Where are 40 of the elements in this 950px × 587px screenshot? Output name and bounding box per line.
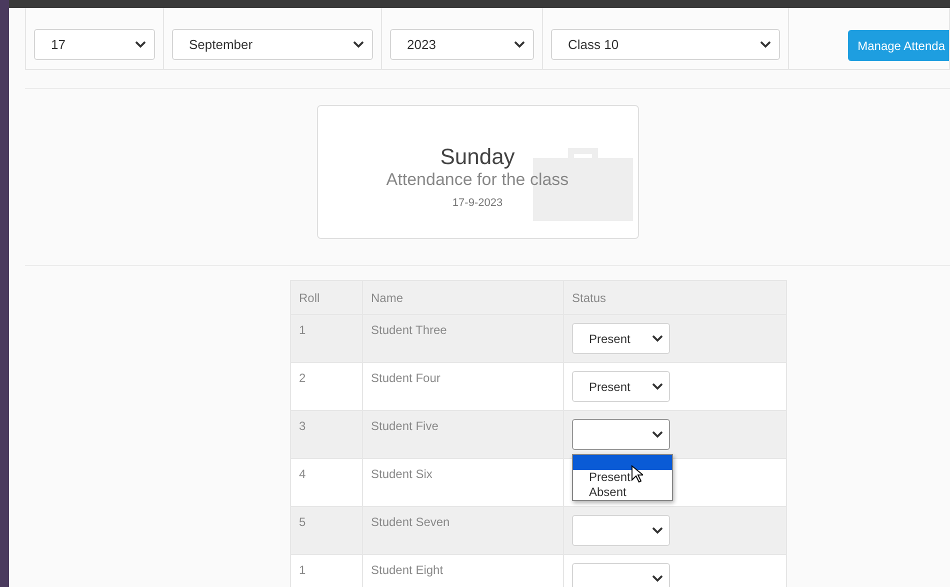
column-header: Name [362,280,564,314]
dropdown-option[interactable]: Present [573,470,672,485]
column-header: Status [564,280,786,314]
status-dropdown[interactable] [572,419,670,450]
chevron-icon [652,383,663,390]
card-date: 17-9-2023 [452,196,503,208]
table-cell: 4 [290,458,362,506]
chevron-icon [652,575,663,582]
table-cell: Student Eight [362,554,564,587]
dropdown-field[interactable]: Class 10 [551,29,780,60]
table-cell: Student Four [362,362,564,410]
chevron-icon [652,335,663,342]
card-subtitle: Attendance for the class [386,170,569,190]
dropdown-field[interactable]: 17 [34,29,155,60]
status-dropdown[interactable] [572,563,670,587]
status-dropdown[interactable] [572,515,670,546]
chevron-icon [760,41,771,48]
table-cell: Student Three [362,314,564,362]
day-title: Sunday [440,144,515,170]
chevron-icon [652,431,663,438]
column-header: Roll [290,280,362,314]
chevron-icon [652,527,663,534]
dropdown-field[interactable]: September [172,29,373,60]
table-cell: Student Five [362,410,564,458]
dropdown-option[interactable] [573,455,672,470]
cursor-icon [631,465,643,483]
chevron-icon [135,41,146,48]
status-dropdown[interactable]: Present [572,371,670,402]
table-cell: Student Six [362,458,564,506]
chevron-icon [514,41,525,48]
table-cell: 5 [290,506,362,554]
dropdown-option[interactable]: Absent [573,485,672,500]
table-cell: 2 [290,362,362,410]
chevron-icon [353,41,364,48]
table-cell: 3 [290,410,362,458]
status-dropdown[interactable]: Present [572,323,670,354]
dropdown-field[interactable]: 2023 [390,29,534,60]
table-cell: 1 [290,314,362,362]
table-cell: 1 [290,554,362,587]
table-cell: Student Seven [362,506,564,554]
